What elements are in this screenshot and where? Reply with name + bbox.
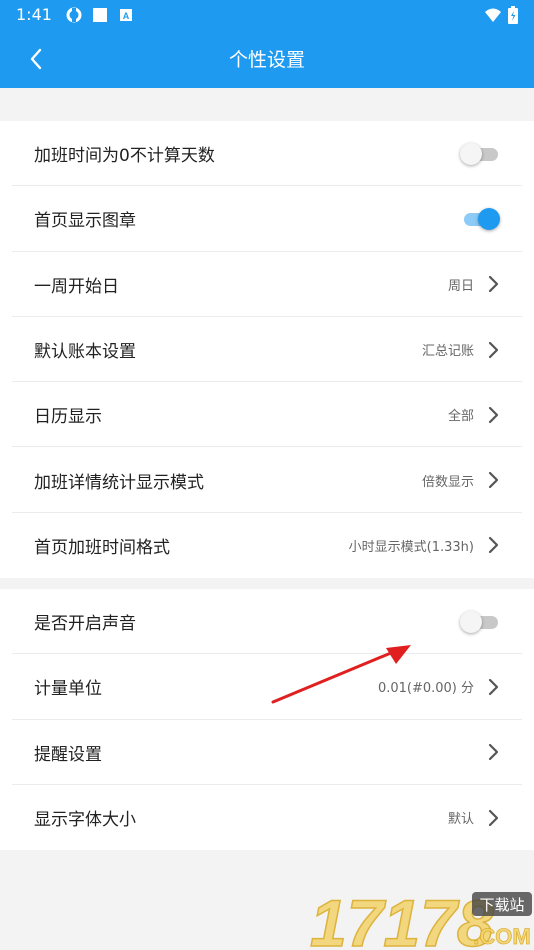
- sound-toggle[interactable]: [460, 610, 500, 633]
- setting-label: 加班详情统计显示模式: [34, 472, 204, 493]
- status-time: 1:41: [16, 5, 52, 24]
- setting-value: 默认: [447, 812, 474, 828]
- setting-row-sound[interactable]: 是否开启声音: [0, 589, 534, 655]
- setting-row-week-start[interactable]: 一周开始日 周日: [0, 252, 534, 318]
- chevron-right-icon: [488, 341, 499, 358]
- setting-value: 全部: [447, 409, 474, 425]
- chevron-right-icon: [488, 744, 499, 761]
- setting-label: 默认账本设置: [34, 342, 136, 363]
- setting-value: 倍数显示: [421, 474, 474, 490]
- app-bar: 个性设置: [0, 29, 534, 88]
- show-stamp-toggle[interactable]: [460, 207, 500, 230]
- watermark-suffix: .COM: [473, 924, 530, 949]
- battery-icon: [508, 5, 518, 24]
- status-bar: 1:41 A: [0, 0, 534, 29]
- status-system-icons: [484, 5, 518, 24]
- watermark-tag: 下载站: [479, 896, 524, 914]
- square-notification-icon: [92, 7, 107, 22]
- setting-value: 汇总记账: [421, 344, 474, 360]
- setting-row-reminder[interactable]: 提醒设置: [0, 720, 534, 786]
- watermark-digits: 17178: [310, 886, 494, 950]
- setting-row-unit[interactable]: 计量单位 0.01(#0.00) 分: [0, 654, 534, 720]
- setting-value: 小时显示模式(1.33h): [348, 539, 474, 555]
- site-watermark-logo: 17178 下载站 .COM: [309, 886, 532, 950]
- chevron-right-icon: [488, 809, 499, 826]
- sync-icon: [66, 7, 82, 22]
- setting-row-font-size[interactable]: 显示字体大小 默认: [0, 785, 534, 850]
- setting-row-overtime-zero[interactable]: 加班时间为0不计算天数: [0, 121, 534, 187]
- chevron-right-icon: [488, 406, 499, 423]
- setting-label: 是否开启声音: [34, 614, 136, 635]
- chevron-right-icon: [488, 276, 499, 293]
- settings-group-other: 是否开启声音 计量单位 0.01(#0.00) 分 提醒设置 显示字体大小 默认: [0, 589, 534, 851]
- setting-value: 周日: [447, 278, 474, 294]
- overtime-zero-toggle[interactable]: [460, 142, 500, 165]
- settings-group-general: 加班时间为0不计算天数 首页显示图章 一周开始日 周日 默认账本设置 汇总记账 …: [0, 121, 534, 579]
- setting-label: 一周开始日: [34, 276, 119, 297]
- setting-label: 加班时间为0不计算天数: [34, 146, 215, 167]
- chevron-right-icon: [488, 537, 499, 554]
- setting-label: 提醒设置: [34, 744, 102, 765]
- app-a-icon: A: [119, 8, 132, 21]
- setting-row-calendar-display[interactable]: 日历显示 全部: [0, 382, 534, 448]
- setting-row-home-time-format[interactable]: 首页加班时间格式 小时显示模式(1.33h): [0, 513, 534, 578]
- red-annotation-arrow: [271, 645, 411, 704]
- chevron-right-icon: [488, 678, 499, 696]
- back-button[interactable]: [12, 29, 60, 88]
- wifi-icon: [485, 8, 501, 22]
- status-notification-icons: A: [66, 7, 134, 23]
- chevron-right-icon: [488, 472, 499, 489]
- page-title: 个性设置: [228, 49, 305, 71]
- setting-label: 计量单位: [34, 679, 102, 700]
- setting-label: 首页加班时间格式: [34, 537, 170, 558]
- setting-label: 日历显示: [34, 407, 102, 428]
- setting-row-overtime-stats-mode[interactable]: 加班详情统计显示模式 倍数显示: [0, 447, 534, 514]
- back-arrow-icon: [30, 48, 42, 69]
- setting-label: 首页显示图章: [34, 211, 136, 232]
- setting-row-show-stamp[interactable]: 首页显示图章: [0, 186, 534, 252]
- svg-text:A: A: [123, 11, 130, 21]
- setting-row-default-ledger[interactable]: 默认账本设置 汇总记账: [0, 317, 534, 383]
- setting-label: 显示字体大小: [34, 810, 136, 831]
